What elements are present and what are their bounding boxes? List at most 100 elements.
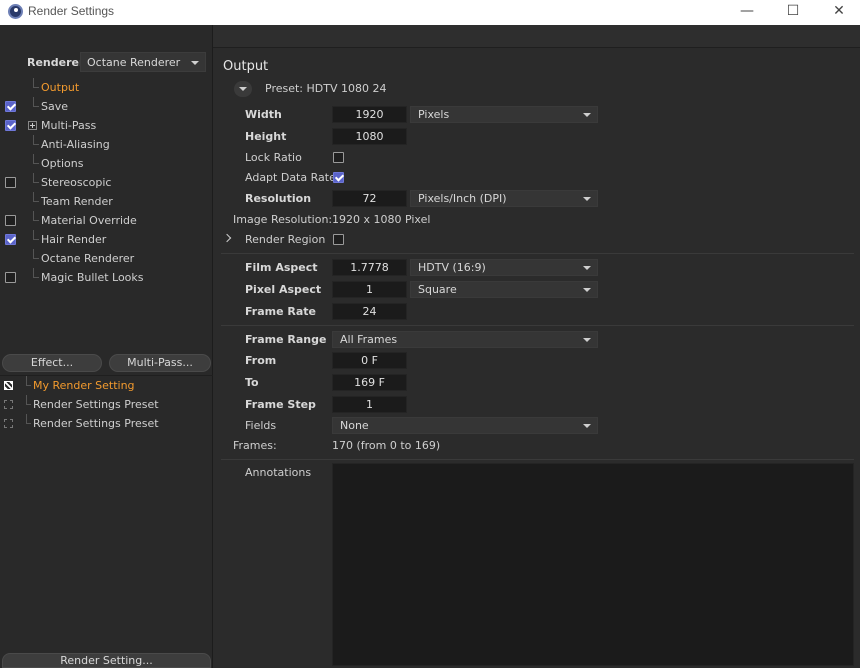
tree-item-stereoscopic[interactable]: Stereoscopic	[0, 173, 213, 192]
resolution-unit-value: Pixels/Inch (DPI)	[418, 192, 507, 205]
resolution-label: Resolution	[245, 192, 312, 205]
tree-item-label: Team Render	[41, 195, 113, 208]
tree-item-label: Output	[41, 81, 80, 94]
tree-branch-line	[33, 78, 39, 88]
fields-value: None	[340, 419, 369, 432]
maximize-button[interactable]: ☐	[770, 0, 816, 25]
tree-item-output[interactable]: Output	[0, 78, 213, 97]
chevron-down-icon	[583, 288, 591, 292]
window-titlebar: Render Settings — ☐ ✕	[0, 0, 860, 25]
tree-item-multi-pass[interactable]: Multi-Pass	[0, 116, 213, 135]
chevron-down-icon	[583, 266, 591, 270]
renderer-label: Renderer	[27, 56, 85, 69]
divider	[221, 459, 854, 460]
render-setting-button[interactable]: Render Setting...	[2, 653, 211, 668]
section-title: Output	[223, 59, 269, 74]
pixel-aspect-dropdown[interactable]: Square	[410, 281, 598, 298]
fields-dropdown[interactable]: None	[332, 417, 598, 434]
image-resolution-value: 1920 x 1080 Pixel	[332, 213, 431, 226]
stereoscopic-checkbox[interactable]	[5, 177, 16, 188]
render-setting-label: My Render Setting	[33, 379, 135, 392]
film-aspect-preset: HDTV (16:9)	[418, 261, 486, 274]
render-region-checkbox[interactable]	[333, 234, 344, 245]
film-aspect-field[interactable]: 1.7778	[332, 259, 407, 276]
pixel-aspect-label: Pixel Aspect	[245, 283, 322, 296]
material-override-checkbox[interactable]	[5, 215, 16, 226]
divider	[221, 325, 854, 326]
tree-branch-line	[33, 230, 39, 240]
expand-plus-icon[interactable]	[28, 121, 37, 130]
tree-item-options[interactable]: Options	[0, 154, 213, 173]
film-aspect-label: Film Aspect	[245, 261, 318, 274]
tree-item-label: Magic Bullet Looks	[41, 271, 144, 284]
film-aspect-dropdown[interactable]: HDTV (16:9)	[410, 259, 598, 276]
chevron-down-icon	[583, 338, 591, 342]
tree-branch-line	[26, 376, 31, 386]
render-settings-list: My Render Setting Render Settings Preset…	[0, 375, 213, 433]
renderer-dropdown[interactable]: Octane Renderer	[80, 52, 206, 72]
tree-item-magic-bullet-looks[interactable]: Magic Bullet Looks	[0, 268, 213, 287]
tree-item-octane-renderer[interactable]: Octane Renderer	[0, 249, 213, 268]
from-field[interactable]: 0 F	[332, 352, 407, 369]
adapt-data-rate-checkbox[interactable]	[333, 172, 344, 183]
width-field[interactable]: 1920	[332, 106, 407, 123]
annotations-textarea[interactable]	[332, 463, 854, 666]
pixel-aspect-preset: Square	[418, 283, 457, 296]
chevron-down-icon	[583, 197, 591, 201]
tree-branch-line	[33, 249, 39, 259]
pixel-aspect-field[interactable]: 1	[332, 281, 407, 298]
frame-rate-field[interactable]: 24	[332, 303, 407, 320]
tree-branch-line	[33, 173, 39, 183]
render-region-label: Render Region	[245, 233, 326, 246]
to-field[interactable]: 169 F	[332, 374, 407, 391]
frames-value: 170 (from 0 to 169)	[332, 439, 441, 452]
close-button[interactable]: ✕	[816, 0, 860, 25]
hair-render-checkbox[interactable]	[5, 234, 16, 245]
tree-item-label: Save	[41, 100, 69, 113]
frame-step-field[interactable]: 1	[332, 396, 407, 413]
lock-ratio-label: Lock Ratio	[245, 151, 302, 164]
tree-item-anti-aliasing[interactable]: Anti-Aliasing	[0, 135, 213, 154]
setting-icon	[4, 400, 13, 409]
divider	[221, 253, 854, 254]
preset-label: Preset: HDTV 1080 24	[265, 82, 387, 95]
height-label: Height	[245, 130, 287, 143]
annotations-label: Annotations	[245, 466, 312, 479]
preset-dropdown-button[interactable]	[234, 81, 252, 97]
tree-item-material-override[interactable]: Material Override	[0, 211, 213, 230]
tree-item-label: Octane Renderer	[41, 252, 135, 265]
minimize-button[interactable]: —	[724, 0, 770, 25]
settings-tree: Output Save Multi-Pass Anti-Aliasing Opt…	[0, 78, 213, 287]
cinema4d-app-icon	[8, 4, 23, 19]
tree-item-hair-render[interactable]: Hair Render	[0, 230, 213, 249]
chevron-down-icon	[583, 113, 591, 117]
tree-branch-line	[33, 211, 39, 221]
frame-range-label: Frame Range	[245, 333, 327, 346]
height-field[interactable]: 1080	[332, 128, 407, 145]
tree-item-save[interactable]: Save	[0, 97, 213, 116]
effect-button[interactable]: Effect...	[2, 354, 102, 372]
render-setting-item[interactable]: Render Settings Preset	[0, 395, 213, 414]
frame-range-dropdown[interactable]: All Frames	[332, 331, 598, 348]
renderer-dropdown-value: Octane Renderer	[87, 56, 181, 69]
tree-branch-line	[33, 268, 39, 278]
window-title: Render Settings	[28, 4, 115, 18]
lock-ratio-checkbox[interactable]	[333, 152, 344, 163]
tree-item-label: Material Override	[41, 214, 137, 227]
fields-label: Fields	[245, 419, 277, 432]
resolution-unit-dropdown[interactable]: Pixels/Inch (DPI)	[410, 190, 598, 207]
save-checkbox[interactable]	[5, 101, 16, 112]
tree-item-label: Options	[41, 157, 84, 170]
render-setting-item[interactable]: My Render Setting	[0, 376, 213, 395]
multi-pass-button[interactable]: Multi-Pass...	[109, 354, 211, 372]
multi-pass-checkbox[interactable]	[5, 120, 16, 131]
magic-bullet-looks-checkbox[interactable]	[5, 272, 16, 283]
width-unit-dropdown[interactable]: Pixels	[410, 106, 598, 123]
tree-item-team-render[interactable]: Team Render	[0, 192, 213, 211]
tree-item-label: Stereoscopic	[41, 176, 112, 189]
tree-branch-line	[33, 97, 39, 107]
render-setting-item[interactable]: Render Settings Preset	[0, 414, 213, 433]
chevron-down-icon	[583, 424, 591, 428]
frame-rate-label: Frame Rate	[245, 305, 317, 318]
resolution-field[interactable]: 72	[332, 190, 407, 207]
